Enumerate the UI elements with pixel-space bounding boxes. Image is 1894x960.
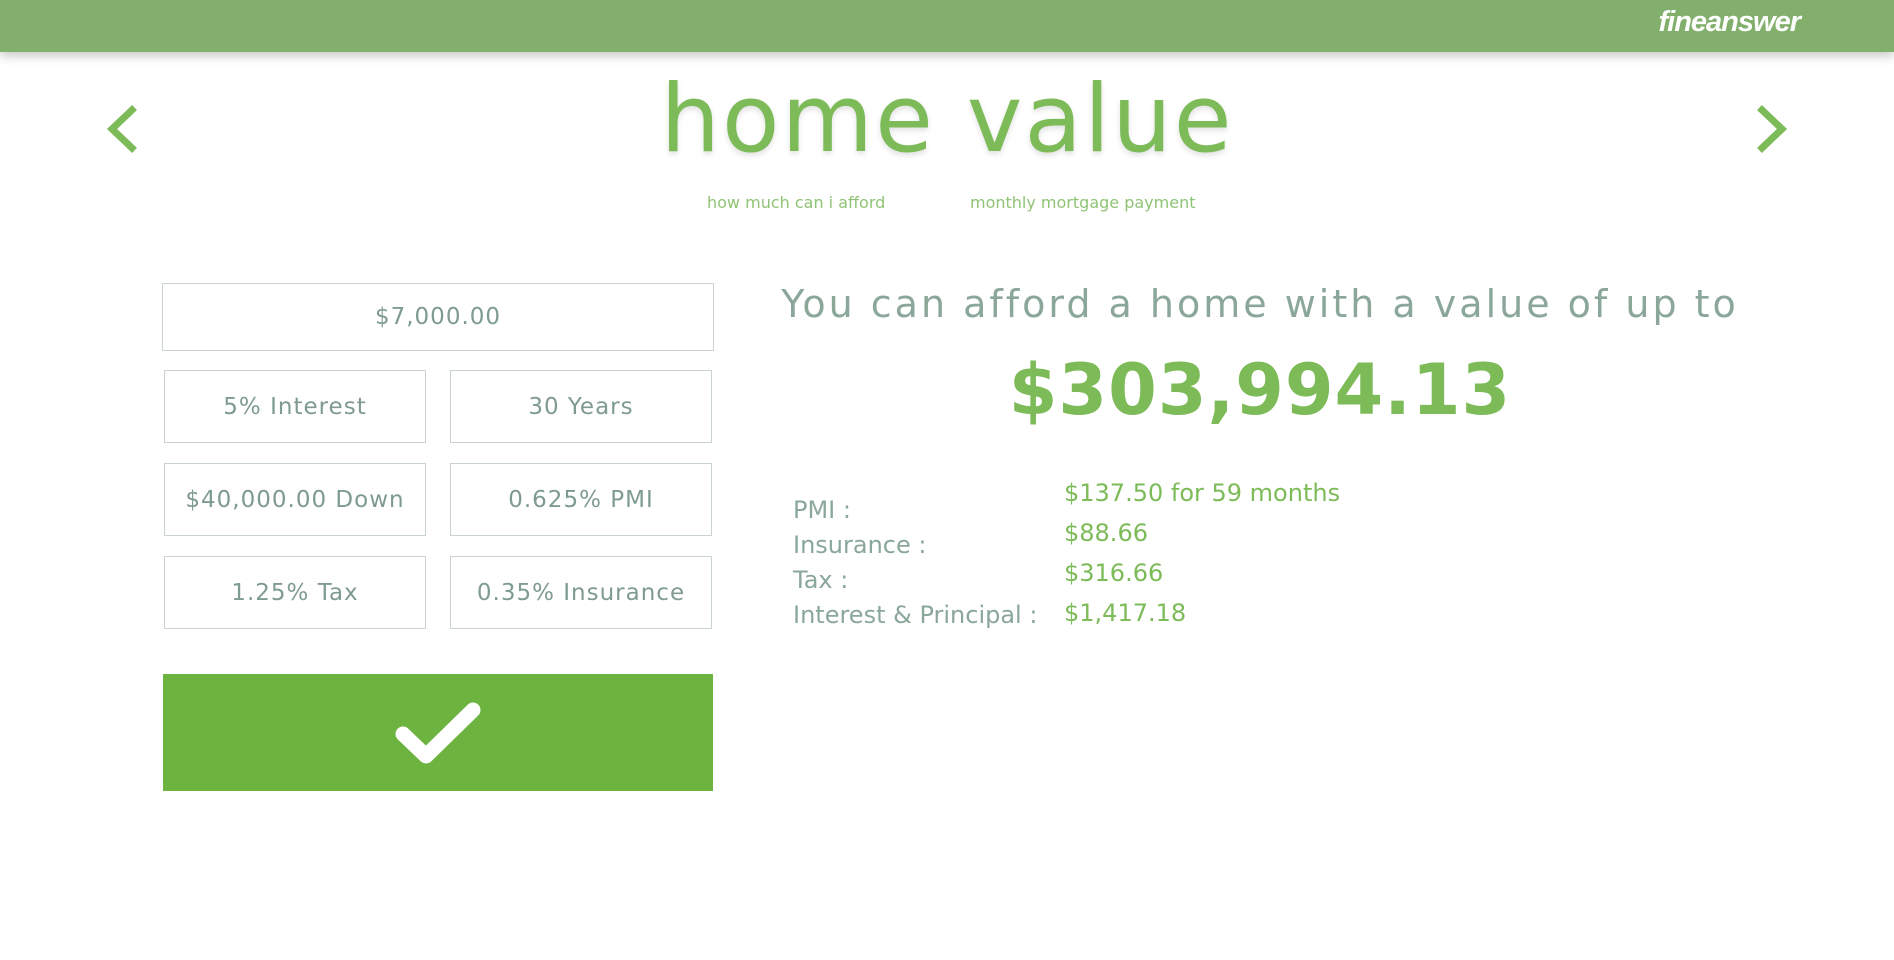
brand-logo[interactable]: fineanswer: [1659, 6, 1801, 39]
pmi-rate-field[interactable]: 0.625% PMI: [450, 463, 712, 536]
interest-rate-field[interactable]: 5% Interest: [164, 370, 426, 443]
checkmark-icon: [395, 702, 481, 763]
calculate-submit-button[interactable]: [163, 674, 713, 791]
pmi-label: PMI :: [793, 496, 851, 524]
tax-rate-field[interactable]: 1.25% Tax: [164, 556, 426, 629]
result-heading: You can afford a home with a value of up…: [781, 282, 1739, 326]
interest-principal-value: $1,417.18: [1064, 599, 1187, 627]
tax-value: $316.66: [1064, 559, 1164, 587]
loan-term-field[interactable]: 30 Years: [450, 370, 712, 443]
monthly-income-field[interactable]: $7,000.00: [162, 283, 714, 351]
insurance-label: Insurance :: [793, 531, 927, 559]
insurance-value: $88.66: [1064, 519, 1148, 547]
insurance-rate-field[interactable]: 0.35% Insurance: [450, 556, 712, 629]
top-bar: fineanswer: [0, 0, 1894, 52]
pmi-value: $137.50 for 59 months: [1064, 479, 1341, 507]
subnav-monthly-mortgage-payment[interactable]: monthly mortgage payment: [970, 193, 1195, 212]
tax-label: Tax :: [793, 566, 849, 594]
interest-principal-label: Interest & Principal :: [793, 601, 1038, 629]
page-title: home value: [660, 65, 1234, 174]
down-payment-field[interactable]: $40,000.00 Down: [164, 463, 426, 536]
home-value-amount: $303,994.13: [1008, 349, 1512, 431]
subnav-how-much-can-i-afford[interactable]: how much can i afford: [707, 193, 885, 212]
